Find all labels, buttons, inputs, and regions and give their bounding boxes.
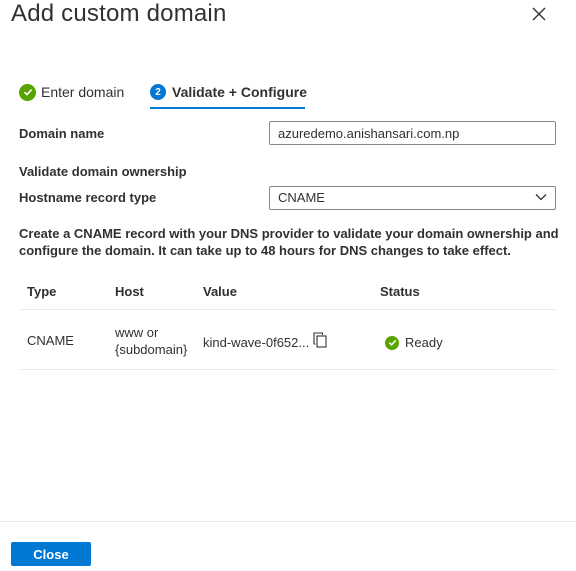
close-button[interactable]: Close: [11, 542, 91, 566]
checkmark-icon: [19, 83, 36, 101]
cell-type: CNAME: [27, 333, 74, 348]
chevron-down-icon: [535, 194, 547, 201]
cell-host: www or {subdomain}: [115, 324, 187, 358]
instructions-text: Create a CNAME record with your DNS prov…: [19, 226, 559, 258]
header-divider: [19, 309, 557, 310]
step-label: Validate + Configure: [172, 84, 307, 100]
selected-value: CNAME: [278, 190, 325, 205]
status-text: Ready: [405, 335, 443, 350]
hostname-record-type-label: Hostname record type: [19, 190, 157, 205]
wizard-steps: Enter domain 2 Validate + Configure: [19, 80, 319, 110]
step-validate-configure[interactable]: 2 Validate + Configure: [150, 80, 307, 104]
domain-name-input[interactable]: [269, 121, 556, 145]
step-enter-domain[interactable]: Enter domain: [19, 80, 124, 104]
cell-value: kind-wave-0f652...: [203, 335, 310, 350]
close-icon[interactable]: [530, 5, 548, 23]
copy-icon[interactable]: [313, 332, 327, 348]
cell-status: Ready: [385, 335, 443, 350]
footer-divider: [0, 521, 576, 522]
active-step-indicator: [150, 107, 305, 109]
validate-ownership-heading: Validate domain ownership: [19, 164, 187, 179]
checkmark-icon: [385, 335, 399, 350]
column-header-value: Value: [203, 284, 237, 299]
hostname-record-type-dropdown[interactable]: CNAME: [269, 186, 556, 210]
column-header-host: Host: [115, 284, 144, 299]
step-number-badge: 2: [150, 84, 166, 100]
host-line: {subdomain}: [115, 342, 188, 357]
column-header-status: Status: [380, 284, 420, 299]
row-divider: [19, 369, 557, 370]
host-line: www or: [115, 325, 159, 340]
column-header-type: Type: [27, 284, 57, 299]
dialog-title: Add custom domain: [11, 0, 227, 27]
domain-name-label: Domain name: [19, 126, 105, 141]
step-label: Enter domain: [41, 84, 125, 100]
